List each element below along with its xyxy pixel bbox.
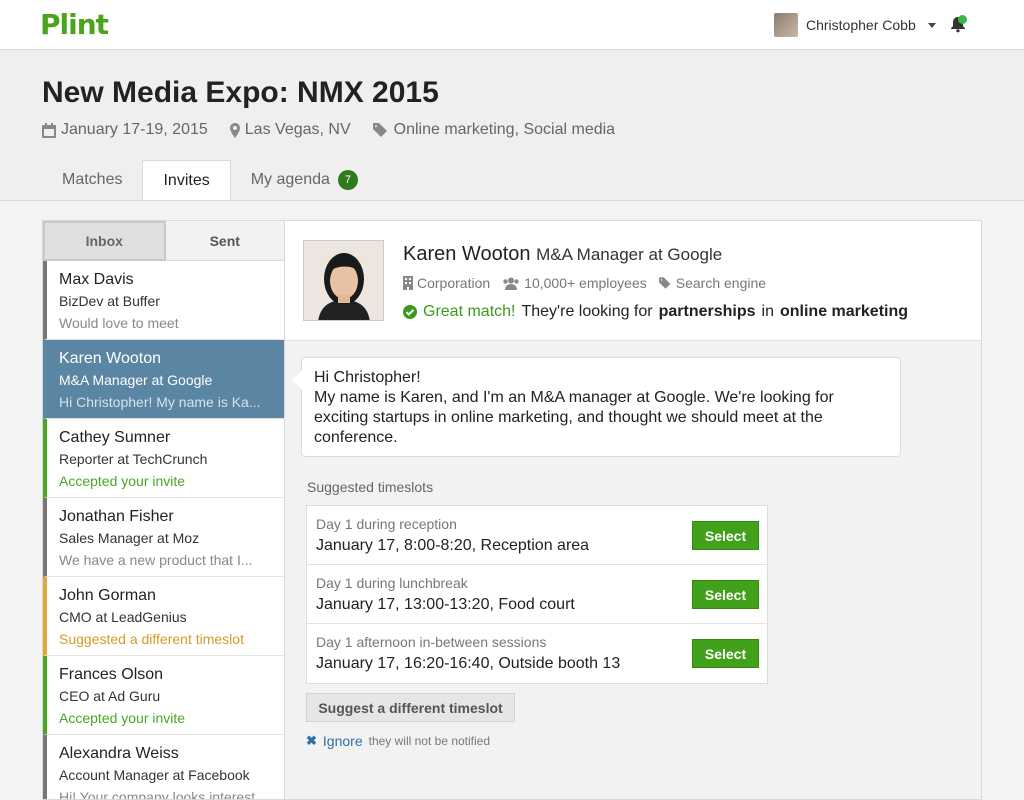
timeslot-detail: January 17, 13:00-13:20, Food court [316,596,575,613]
message-preview: We have a new product that I... [59,552,253,568]
match-summary: Great match! They're looking for partner… [403,303,908,321]
profile-heading: Karen Wooton M&A Manager at Google [403,243,722,266]
sender-name: Karen Wooton [59,350,161,367]
user-menu[interactable]: Christopher Cobb [774,13,936,37]
company-industry: Search engine [675,275,767,291]
timeslot-row: Day 1 during lunchbreak January 17, 13:0… [307,565,767,624]
tag-icon [372,123,387,137]
sender-role: CEO at Ad Guru [59,688,161,704]
invite-message: Hi Christopher! My name is Karen, and I'… [292,357,901,457]
message-preview: Hi Christopher! My name is Ka... [59,394,261,410]
status-text: Suggested a different timeslot [59,631,244,647]
sender-role: Sales Manager at Moz [59,530,200,546]
sender-role: CMO at LeadGenius [59,609,187,625]
message-body: My name is Karen, and I'm an M&A manager… [314,389,834,446]
sender-name: Frances Olson [59,666,164,683]
list-item[interactable]: Frances Olson CEO at Ad Guru Accepted yo… [43,656,284,735]
profile-name: Karen Wooton [403,243,531,265]
building-icon [403,276,413,290]
select-timeslot-button[interactable]: Select [692,580,759,609]
event-date: January 17-19, 2015 [42,121,208,139]
event-tags: Online marketing, Social media [372,121,615,139]
inbox-sent-tabs: Inbox Sent [43,221,284,261]
sender-name: Jonathan Fisher [59,508,174,525]
profile-meta: Corporation 10,000+ employees Search eng… [403,275,766,291]
ignore-hint: they will not be notified [368,734,491,748]
profile-card: Karen Wooton M&A Manager at Google Corpo… [285,221,981,341]
tag-icon [658,277,671,289]
tab-invites[interactable]: Invites [142,160,231,201]
select-timeslot-button[interactable]: Select [692,521,759,550]
list-item[interactable]: John Gorman CMO at LeadGenius Suggested … [43,577,284,656]
timeslot-detail: January 17, 8:00-8:20, Reception area [316,537,590,554]
select-timeslot-button[interactable]: Select [692,639,759,668]
invites-list-panel: Inbox Sent Max Davis BizDev at Buffer Wo… [42,220,285,800]
check-circle-icon [403,305,417,319]
timeslot-when: Day 1 during reception [316,516,457,532]
match-label: Great match! [423,303,516,320]
company-type: Corporation [417,275,491,291]
tab-sent[interactable]: Sent [165,221,284,261]
tab-inbox[interactable]: Inbox [43,221,166,261]
map-marker-icon [229,122,240,138]
sender-name: Cathey Sumner [59,429,171,446]
sender-role: M&A Manager at Google [59,372,213,388]
close-icon[interactable]: ✖ [306,733,317,749]
company-size: 10,000+ employees [524,275,647,291]
user-avatar [774,13,798,37]
notification-dot [958,15,967,24]
list-item[interactable]: Alexandra Weiss Account Manager at Faceb… [43,735,284,800]
sender-role: Account Manager at Facebook [59,767,250,783]
message-preview: Hi! Your company looks interestin... [59,789,272,800]
profile-photo [303,240,384,321]
tab-matches[interactable]: Matches [42,160,142,200]
user-name: Christopher Cobb [806,17,916,33]
tab-my-agenda[interactable]: My agenda 7 [231,160,378,200]
status-text: Accepted your invite [59,473,186,489]
list-item[interactable]: Max Davis BizDev at Buffer Would love to… [43,261,284,340]
sender-name: John Gorman [59,587,156,604]
ignore-link[interactable]: Ignore [323,733,363,749]
timeslot-row: Day 1 afternoon in-between sessions Janu… [307,624,767,683]
top-bar: Plint Christopher Cobb [0,0,1024,50]
app-logo[interactable]: Plint [40,8,109,41]
users-icon [503,277,519,290]
timeslot-row: Day 1 during reception January 17, 8:00-… [307,506,767,565]
list-item[interactable]: Jonathan Fisher Sales Manager at Moz We … [43,498,284,577]
agenda-count-badge: 7 [337,170,358,190]
sender-role: Reporter at TechCrunch [59,451,208,467]
timeslot-list: Day 1 during reception January 17, 8:00-… [306,505,768,684]
sender-name: Alexandra Weiss [59,745,179,762]
list-item-selected[interactable]: Karen Wooton M&A Manager at Google Hi Ch… [43,340,284,419]
list-item[interactable]: Cathey Sumner Reporter at TechCrunch Acc… [43,419,284,498]
profile-title: M&A Manager at Google [536,245,723,264]
chevron-down-icon [927,22,936,28]
status-text: Accepted your invite [59,710,186,726]
sender-name: Max Davis [59,271,134,288]
message-preview: Would love to meet [59,315,179,331]
page-title: New Media Expo: NMX 2015 [42,76,439,109]
timeslots-heading: Suggested timeslots [307,479,434,495]
timeslot-when: Day 1 during lunchbreak [316,575,468,591]
timeslot-when: Day 1 afternoon in-between sessions [316,634,547,650]
event-meta: January 17-19, 2015 Las Vegas, NV Online… [42,121,615,139]
suggest-timeslot-button[interactable]: Suggest a different timeslot [306,693,515,722]
calendar-icon [42,122,56,138]
main-tabs: Matches Invites My agenda 7 [42,160,378,201]
ignore-action: ✖ Ignore they will not be notified [306,733,490,749]
event-location: Las Vegas, NV [229,121,351,139]
sender-role: BizDev at Buffer [59,293,160,309]
person-portrait-icon [304,241,383,320]
timeslot-detail: January 17, 16:20-16:40, Outside booth 1… [316,655,621,672]
message-greeting: Hi Christopher! [314,369,421,386]
invite-detail-panel: Karen Wooton M&A Manager at Google Corpo… [285,220,982,800]
